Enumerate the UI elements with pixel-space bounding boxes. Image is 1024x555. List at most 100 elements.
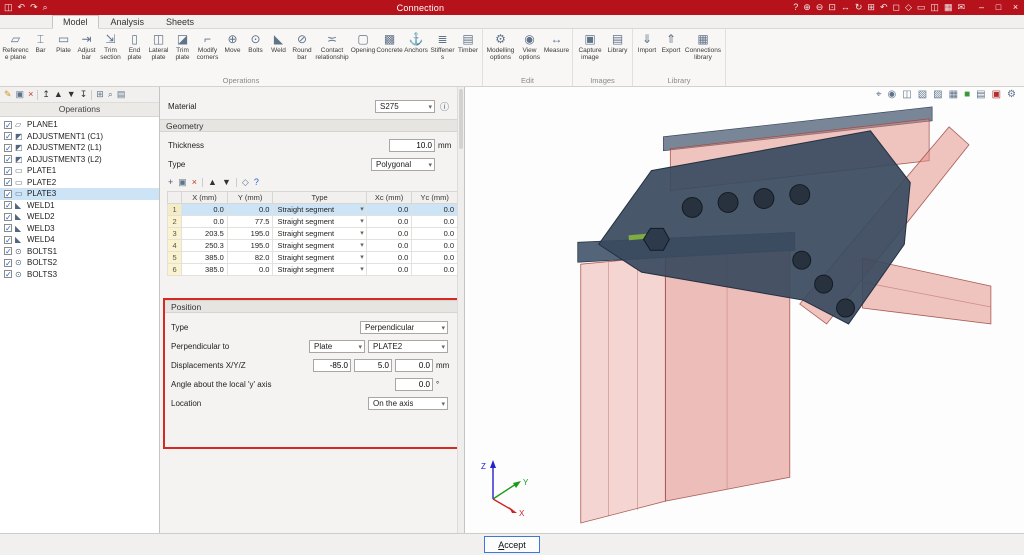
ribbon-button-library[interactable]: ▤Library [605, 30, 630, 54]
ribbon-button-import[interactable]: ⇓Import [635, 30, 659, 54]
edit-operation-icon[interactable]: ✎ [4, 87, 12, 102]
xc-value-cell[interactable]: 0.0 [366, 240, 412, 252]
tree-item-plate3[interactable]: ▭PLATE3 [0, 188, 159, 200]
tree-item-weld4[interactable]: ◣WELD4 [0, 234, 159, 246]
move-bottom-icon[interactable]: ↧ [80, 87, 88, 102]
tree-item-checkbox[interactable] [4, 155, 12, 163]
tree-item-checkbox[interactable] [4, 190, 12, 198]
tree-item-bolts2[interactable]: ⊙BOLTS2 [0, 257, 159, 269]
ribbon-button-lateral-plate[interactable]: ◫Lateral plate [146, 30, 171, 62]
undo-icon[interactable]: ↶ [18, 0, 26, 15]
tree-item-adjustment2-l1[interactable]: ◩ADJUSTMENT2 (L1) [0, 142, 159, 154]
perpendicular-to-target-select[interactable]: PLATE2 [368, 340, 448, 353]
layout-single-icon[interactable]: ▭ [917, 0, 926, 15]
yc-value-cell[interactable]: 0.0 [412, 240, 458, 252]
x-value-cell[interactable]: 385.0 [182, 252, 228, 264]
maximize-button[interactable]: □ [990, 0, 1007, 15]
x-value-cell[interactable]: 385.0 [182, 264, 228, 276]
move-up-icon[interactable]: ▲ [54, 87, 63, 102]
layout-grid-icon[interactable]: ▦ [944, 0, 953, 15]
viewport-3d[interactable]: ⌖◉◫▧▨▦■▤▣⚙ [465, 87, 1024, 533]
tree-item-bolts1[interactable]: ⊙BOLTS1 [0, 246, 159, 258]
tree-item-bolts3[interactable]: ⊙BOLTS3 [0, 269, 159, 281]
minimize-button[interactable]: – [973, 0, 990, 15]
yc-value-cell[interactable]: 0.0 [412, 252, 458, 264]
mesh-view-icon[interactable]: ▤ [976, 89, 985, 100]
ribbon-button-capture-image[interactable]: ▣Capture image [575, 30, 605, 62]
redo-icon[interactable]: ↷ [30, 0, 38, 15]
x-value-cell[interactable]: 0.0 [182, 216, 228, 228]
displacement-y-input[interactable] [354, 359, 392, 372]
ribbon-button-plate[interactable]: ▭Plate [52, 30, 75, 54]
y-value-cell[interactable]: 0.0 [227, 204, 273, 216]
segment-type-dropdown[interactable]: Straight segment [273, 264, 366, 276]
material-info-icon[interactable] [439, 100, 450, 113]
tab-analysis[interactable]: Analysis [101, 16, 155, 28]
copy-row-icon[interactable]: ▣ [178, 176, 187, 189]
y-value-cell[interactable]: 0.0 [227, 264, 273, 276]
help-icon[interactable]: ? [254, 176, 259, 189]
y-value-cell[interactable]: 82.0 [227, 252, 273, 264]
tree-item-weld3[interactable]: ◣WELD3 [0, 223, 159, 235]
xc-value-cell[interactable]: 0.0 [366, 204, 412, 216]
ribbon-button-modelling-options[interactable]: ⚙Modelling options [485, 30, 516, 62]
ribbon-button-view-options[interactable]: ◉View options [516, 30, 543, 62]
y-value-cell[interactable]: 195.0 [227, 228, 273, 240]
polygon-icon[interactable]: ◇ [242, 176, 249, 189]
ribbon-button-reference-plane[interactable]: ▱Reference plane [2, 30, 29, 62]
segment-type-dropdown[interactable]: Straight segment [273, 240, 366, 252]
tree-item-checkbox[interactable] [4, 167, 12, 175]
ribbon-button-anchors[interactable]: ⚓Anchors [403, 30, 429, 54]
delete-operation-icon[interactable]: × [28, 87, 33, 102]
clipping-icon[interactable]: ◫ [902, 89, 911, 100]
move-top-icon[interactable]: ↥ [42, 87, 50, 102]
tree-item-adjustment3-l2[interactable]: ◩ADJUSTMENT3 (L2) [0, 154, 159, 166]
view-direction-icon[interactable]: ◉ [888, 89, 897, 100]
move-down-icon[interactable]: ▼ [67, 87, 76, 102]
copy-operation-icon[interactable]: ▣ [16, 87, 25, 102]
tree-item-checkbox[interactable] [4, 247, 12, 255]
move-row-up-icon[interactable]: ▲ [208, 176, 217, 189]
x-value-cell[interactable]: 203.5 [182, 228, 228, 240]
geometry-table-row-5[interactable]: 5385.082.0Straight segment0.00.0 [168, 252, 458, 264]
tree-item-checkbox[interactable] [4, 132, 12, 140]
ribbon-button-modify-corners[interactable]: ⌐Modify corners [194, 30, 221, 62]
geometry-table-row-2[interactable]: 20.077.5Straight segment0.00.0 [168, 216, 458, 228]
ribbon-button-bolts[interactable]: ⊙Bolts [244, 30, 267, 54]
wireframe-view-icon[interactable]: ▦ [949, 89, 958, 100]
rotate-icon[interactable]: ↻ [855, 0, 863, 15]
tab-model[interactable]: Model [52, 15, 99, 29]
ribbon-button-concrete[interactable]: ▩Concrete [376, 30, 403, 54]
zoom-out-icon[interactable]: ⊖ [816, 0, 824, 15]
geometry-table-row-6[interactable]: 6385.00.0Straight segment0.00.0 [168, 264, 458, 276]
material-select[interactable]: S275 [375, 100, 435, 113]
tree-item-checkbox[interactable] [4, 270, 12, 278]
layout-split-icon[interactable]: ◫ [930, 0, 939, 15]
solid-view-icon[interactable]: ▧ [918, 89, 927, 100]
scrollbar-thumb[interactable] [459, 89, 463, 149]
ribbon-button-weld[interactable]: ◣Weld [267, 30, 290, 54]
ribbon-button-bar[interactable]: ⌶Bar [29, 30, 52, 54]
help-icon[interactable]: ? [793, 0, 798, 15]
tree-item-weld2[interactable]: ◣WELD2 [0, 211, 159, 223]
y-value-cell[interactable]: 77.5 [227, 216, 273, 228]
tree-item-checkbox[interactable] [4, 224, 12, 232]
tree-item-plane1[interactable]: ▱PLANE1 [0, 119, 159, 131]
yc-value-cell[interactable]: 0.0 [412, 264, 458, 276]
y-value-cell[interactable]: 195.0 [227, 240, 273, 252]
xc-value-cell[interactable]: 0.0 [366, 252, 412, 264]
accept-button[interactable]: Accept [484, 536, 540, 553]
xc-value-cell[interactable]: 0.0 [366, 264, 412, 276]
tree-item-weld1[interactable]: ◣WELD1 [0, 200, 159, 212]
tree-item-plate2[interactable]: ▭PLATE2 [0, 177, 159, 189]
tree-item-adjustment1-c1[interactable]: ◩ADJUSTMENT1 (C1) [0, 131, 159, 143]
ribbon-button-trim-section[interactable]: ⇲Trim section [98, 30, 123, 62]
add-row-icon[interactable]: + [168, 176, 173, 189]
transparent-view-icon[interactable]: ▨ [933, 89, 942, 100]
ribbon-button-contact-relationship[interactable]: ≍Contact relationship [314, 30, 350, 62]
ribbon-button-adjust-bar[interactable]: ⇥Adjust bar [75, 30, 98, 62]
connection-model-3d[interactable] [465, 87, 1024, 533]
thickness-input[interactable] [389, 139, 435, 152]
zoom-in-icon[interactable]: ⊕ [803, 0, 811, 15]
ribbon-button-opening[interactable]: ▢Opening [350, 30, 376, 54]
